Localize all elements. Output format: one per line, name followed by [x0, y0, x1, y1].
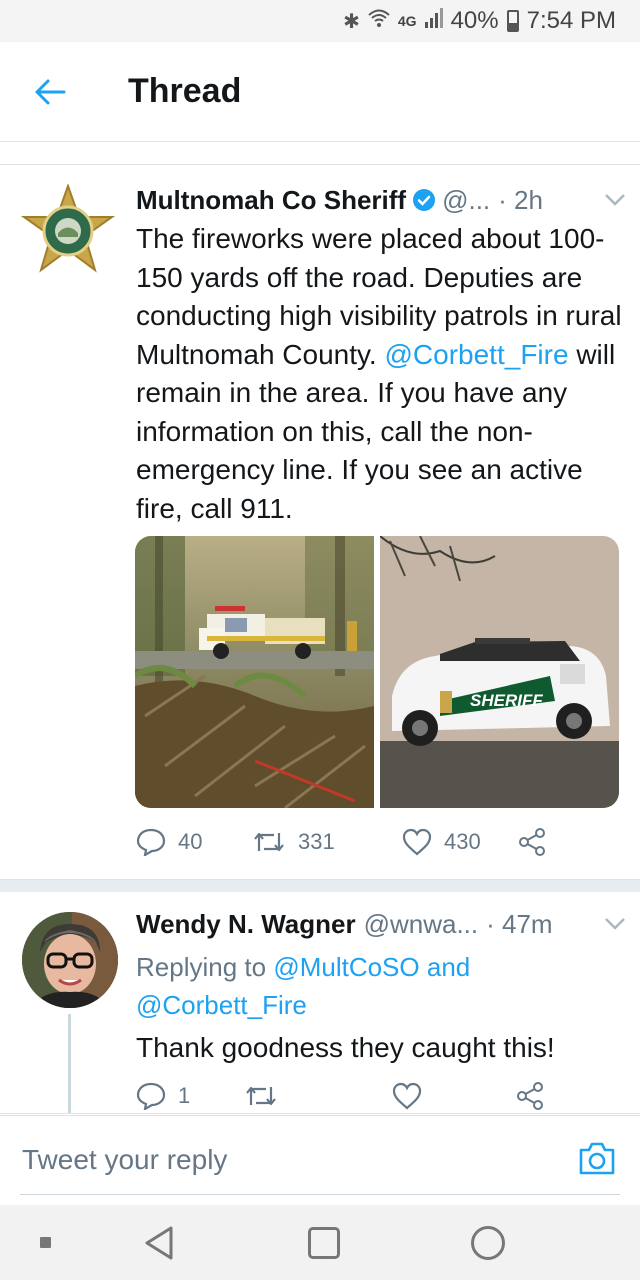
avatar[interactable]: [22, 912, 118, 1008]
triangle-back-icon: [145, 1226, 173, 1260]
heart-icon: [392, 1082, 422, 1110]
reply-button[interactable]: 40: [136, 828, 252, 856]
tweet-text: Thank goodness they caught this!: [136, 1032, 555, 1063]
wifi-icon: [368, 8, 390, 34]
reply-input[interactable]: Tweet your reply: [22, 1144, 227, 1176]
chevron-down-icon[interactable]: [604, 193, 626, 207]
photo-fire-truck[interactable]: [135, 536, 374, 808]
mention-link[interactable]: @Corbett_Fire: [136, 990, 307, 1020]
photo-sheriff-vehicle[interactable]: SHERIFF: [380, 536, 619, 808]
tweet-main[interactable]: Multnomah Co Sheriff @... · 2h The firew…: [0, 166, 640, 880]
replying-and: and: [426, 952, 471, 982]
author-name[interactable]: Wendy N. Wagner: [136, 909, 356, 940]
system-nav-bar: [0, 1205, 640, 1280]
mention-link[interactable]: @MultCoSO: [273, 952, 419, 982]
like-button[interactable]: 430: [402, 828, 518, 856]
tweet-text: The fireworks were placed about 100-150 …: [136, 220, 626, 528]
tweet-header: Multnomah Co Sheriff @... · 2h: [136, 182, 626, 218]
divider: [0, 143, 640, 165]
tweet-reply[interactable]: Wendy N. Wagner @wnwa... · 47m Replying …: [0, 892, 640, 1114]
replying-to: Replying to @MultCoSO and @Corbett_Fire: [136, 948, 616, 1024]
tweet-actions: 1: [136, 1082, 616, 1110]
author-name[interactable]: Multnomah Co Sheriff: [136, 185, 406, 216]
bluetooth-icon: ✱: [343, 10, 360, 33]
share-icon: [519, 828, 545, 856]
like-count: 430: [444, 829, 481, 854]
sheriff-star-icon: [20, 183, 116, 273]
reply-icon: [136, 1082, 166, 1110]
thread-line: [68, 1014, 71, 1113]
reply-icon: [136, 828, 166, 856]
tweet-time: · 2h: [498, 184, 543, 215]
nav-back-button[interactable]: [143, 1225, 175, 1266]
signal-icon: [424, 7, 443, 35]
back-button[interactable]: [0, 42, 100, 142]
status-bar: ✱ 4G 40% 7:54 PM: [0, 0, 640, 42]
tweet-actions: 40 331 430: [136, 828, 616, 856]
reply-button[interactable]: 1: [136, 1082, 244, 1110]
page-title: Thread: [128, 72, 242, 110]
camera-icon: [579, 1142, 615, 1175]
reply-count: 1: [178, 1083, 191, 1108]
tweet-header: Wendy N. Wagner @wnwa... · 47m: [136, 906, 626, 942]
retweet-icon: [254, 832, 284, 852]
reply-count: 40: [178, 829, 203, 854]
reply-input-underline: [20, 1194, 620, 1195]
battery-icon: [506, 10, 519, 32]
network-type: 4G: [397, 13, 417, 29]
retweet-button[interactable]: [244, 1084, 392, 1108]
back-arrow-icon: [35, 79, 66, 104]
mention-link[interactable]: @Corbett_Fire: [385, 339, 569, 370]
camera-button[interactable]: [578, 1140, 616, 1181]
author-handle[interactable]: @...: [442, 185, 490, 216]
tweet-time: · 47m: [486, 908, 553, 939]
retweet-count: 331: [298, 829, 335, 854]
retweet-icon: [246, 1086, 276, 1106]
retweet-button[interactable]: 331: [252, 829, 402, 855]
share-icon: [517, 1082, 543, 1110]
vehicle-sheriff-text: SHERIFF: [470, 691, 543, 710]
share-button[interactable]: [516, 1082, 544, 1110]
header: Thread: [0, 42, 640, 142]
reply-bar: Tweet your reply: [0, 1115, 640, 1205]
avatar[interactable]: [20, 183, 116, 280]
share-button[interactable]: [518, 828, 546, 856]
replying-label: Replying to: [136, 952, 267, 982]
nav-home-button[interactable]: [471, 1226, 505, 1260]
clock: 7:54 PM: [526, 7, 616, 34]
nav-dot-icon: [40, 1237, 51, 1248]
like-button[interactable]: [392, 1082, 516, 1110]
tweet-media[interactable]: SHERIFF: [135, 536, 619, 808]
divider: [0, 880, 640, 892]
chevron-down-icon[interactable]: [604, 917, 626, 931]
heart-icon: [402, 828, 432, 856]
nav-recents-button[interactable]: [308, 1227, 340, 1259]
battery-percent: 40%: [450, 7, 499, 34]
verified-badge-icon: [412, 188, 436, 212]
author-handle[interactable]: @wnwa...: [364, 909, 479, 940]
